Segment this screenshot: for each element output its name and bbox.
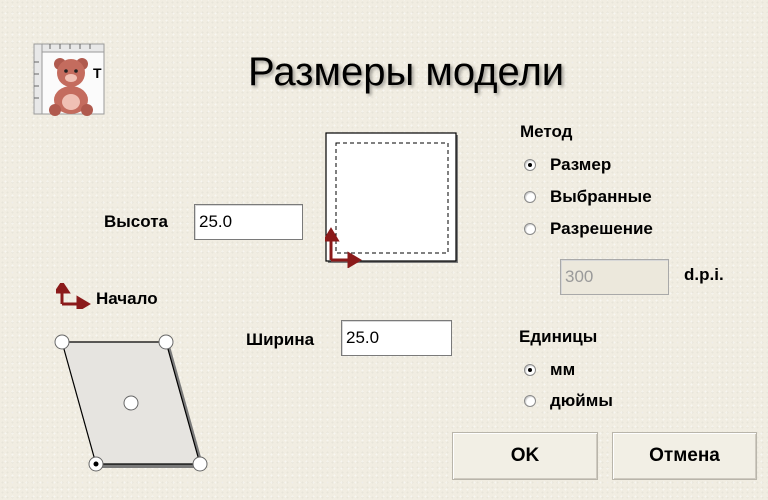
origin-arrow-icon: [53, 280, 96, 313]
ok-button[interactable]: OK: [452, 432, 598, 480]
origin-label: Начало: [96, 289, 158, 308]
app-logo-icon: T: [20, 38, 110, 120]
method-option-resolution[interactable]: Разрешение: [524, 219, 653, 239]
svg-text:T: T: [93, 65, 102, 81]
origin-point-top-left: [54, 334, 70, 350]
width-label: Ширина: [246, 330, 315, 349]
radio-size[interactable]: [524, 159, 536, 171]
method-option-resolution-label: Разрешение: [550, 219, 653, 238]
resolution-input[interactable]: 300: [560, 259, 669, 295]
resolution-unit-label: d.p.i.: [684, 265, 724, 284]
origin-selector[interactable]: [50, 330, 210, 475]
height-label: Высота: [104, 212, 168, 231]
radio-mm[interactable]: [524, 364, 536, 376]
method-heading: Метод: [520, 122, 573, 141]
method-option-selected-label: Выбранные: [550, 187, 652, 206]
origin-point-top-right: [158, 334, 174, 350]
origin-point-bottom-right: [192, 456, 208, 472]
origin-point-bottom-left: [88, 456, 104, 472]
dialog-title: Размеры модели: [248, 50, 565, 94]
method-option-size[interactable]: Размер: [524, 155, 611, 175]
model-preview: [322, 132, 462, 269]
method-option-selected[interactable]: Выбранные: [524, 187, 652, 207]
units-option-mm-label: мм: [550, 360, 576, 379]
radio-inches[interactable]: [524, 395, 536, 407]
origin-point-center: [123, 395, 139, 411]
radio-resolution[interactable]: [524, 223, 536, 235]
width-input[interactable]: 25.0: [341, 320, 452, 356]
units-heading: Единицы: [519, 327, 598, 346]
cancel-button[interactable]: Отмена: [612, 432, 757, 480]
radio-selected[interactable]: [524, 191, 536, 203]
units-option-inches-label: дюймы: [550, 391, 613, 410]
units-option-inches[interactable]: дюймы: [524, 391, 613, 411]
method-option-size-label: Размер: [550, 155, 612, 174]
height-input[interactable]: 25.0: [194, 204, 303, 240]
units-option-mm[interactable]: мм: [524, 360, 575, 380]
